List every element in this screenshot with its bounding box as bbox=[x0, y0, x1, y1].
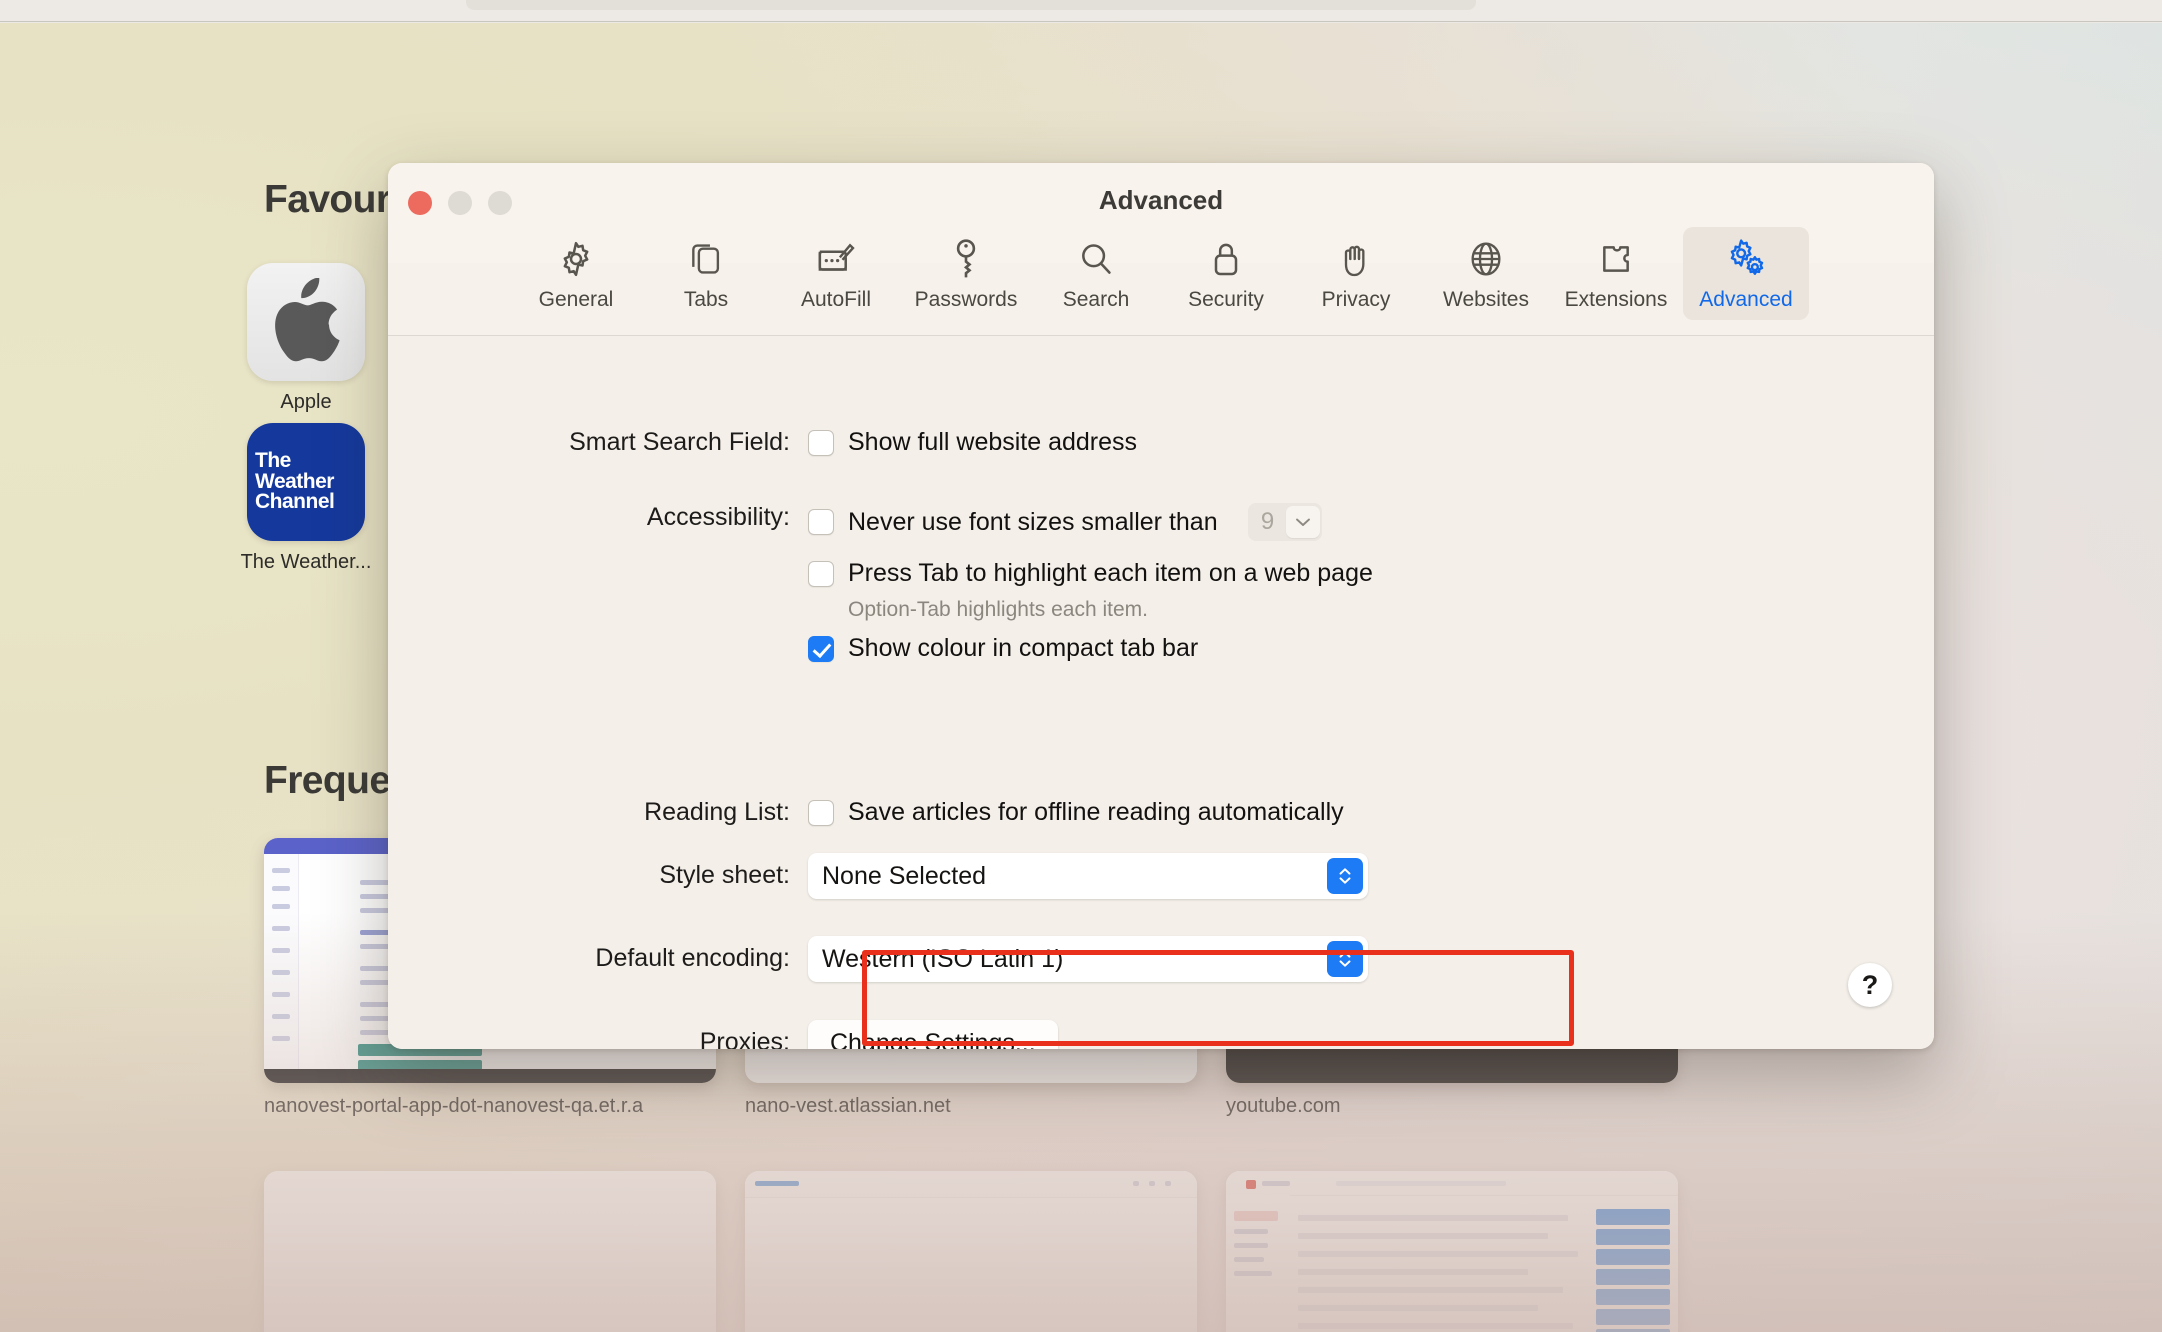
puzzle-icon bbox=[1596, 237, 1636, 281]
row-label: Proxies: bbox=[388, 1020, 808, 1049]
preferences-window: Advanced General T bbox=[388, 163, 1934, 1049]
row-label: Smart Search Field: bbox=[388, 428, 808, 457]
change-settings-button[interactable]: Change Settings... bbox=[808, 1020, 1058, 1049]
tab-label: Search bbox=[1063, 288, 1130, 312]
wordmark-line-1: The bbox=[255, 451, 365, 472]
autofill-icon bbox=[815, 237, 857, 281]
updown-chevrons-icon[interactable] bbox=[1327, 941, 1363, 977]
favourite-item-weather-channel[interactable]: The Weather Channel The Weather... bbox=[240, 423, 372, 575]
row-default-encoding: Default encoding: Western (ISO Latin 1) bbox=[388, 936, 1368, 982]
style-sheet-value: None Selected bbox=[822, 862, 986, 891]
press-tab-checkbox-row[interactable]: Press Tab to highlight each item on a we… bbox=[808, 559, 1373, 588]
tab-label: AutoFill bbox=[801, 288, 871, 312]
show-colour-checkbox-row[interactable]: Show colour in compact tab bar bbox=[808, 634, 1373, 663]
press-tab-checkbox[interactable] bbox=[808, 561, 834, 587]
tab-privacy[interactable]: Privacy bbox=[1293, 227, 1419, 320]
screen: Favourites Apple The Weather Channel The… bbox=[0, 0, 2162, 1332]
tab-label: Security bbox=[1188, 288, 1264, 312]
default-encoding-popup-button[interactable]: Western (ISO Latin 1) bbox=[808, 936, 1368, 982]
frequent-site-card[interactable] bbox=[745, 1171, 1197, 1332]
wordmark-line-2: Weather bbox=[255, 472, 365, 493]
address-bar[interactable] bbox=[466, 0, 1476, 10]
browser-toolbar-strip bbox=[0, 0, 2162, 22]
the-weather-channel-logo-icon: The Weather Channel bbox=[247, 423, 365, 541]
row-smart-search-field: Smart Search Field: Show full website ad… bbox=[388, 428, 1137, 457]
tab-advanced[interactable]: Advanced bbox=[1683, 227, 1809, 320]
tab-label: Tabs bbox=[684, 288, 728, 312]
row-style-sheet: Style sheet: None Selected bbox=[388, 853, 1368, 899]
tabs-icon bbox=[687, 237, 725, 281]
magnifier-icon bbox=[1077, 237, 1115, 281]
row-proxies: Proxies: Change Settings... bbox=[388, 1020, 1058, 1049]
press-tab-hint: Option-Tab highlights each item. bbox=[848, 598, 1373, 622]
checkbox-label: Show full website address bbox=[848, 428, 1137, 457]
site-thumbnail bbox=[745, 1171, 1197, 1332]
row-label: Reading List: bbox=[388, 798, 808, 827]
row-label: Default encoding: bbox=[388, 936, 808, 973]
tab-label: Advanced bbox=[1699, 288, 1792, 312]
updown-chevrons-icon[interactable] bbox=[1327, 858, 1363, 894]
row-label: Style sheet: bbox=[388, 853, 808, 890]
show-full-address-checkbox-row[interactable]: Show full website address bbox=[808, 428, 1137, 457]
frequent-site-card[interactable] bbox=[264, 1171, 716, 1332]
wordmark-line-3: Channel bbox=[255, 492, 365, 513]
favourite-label: Apple bbox=[240, 391, 372, 415]
frequent-site-label: youtube.com bbox=[1226, 1095, 1678, 1118]
tab-tabs[interactable]: Tabs bbox=[643, 227, 769, 320]
double-gear-icon bbox=[1725, 237, 1767, 281]
globe-icon bbox=[1466, 237, 1506, 281]
never-use-font-sizes-checkbox[interactable] bbox=[808, 509, 834, 535]
hand-icon bbox=[1339, 237, 1373, 281]
min-font-size-stepper[interactable]: 9 bbox=[1248, 503, 1322, 541]
show-full-address-checkbox[interactable] bbox=[808, 430, 834, 456]
window-title: Advanced bbox=[388, 185, 1934, 216]
row-accessibility: Accessibility: Never use font sizes smal… bbox=[388, 503, 1373, 663]
tab-general[interactable]: General bbox=[513, 227, 639, 320]
chevron-down-icon[interactable] bbox=[1286, 506, 1320, 538]
apple-logo-icon bbox=[247, 263, 365, 381]
row-label: Accessibility: bbox=[388, 503, 808, 532]
tab-label: Extensions bbox=[1565, 288, 1668, 312]
help-button[interactable]: ? bbox=[1848, 963, 1892, 1007]
favourite-label: The Weather... bbox=[240, 551, 372, 575]
frequent-site-label: nano-vest.atlassian.net bbox=[745, 1095, 1197, 1118]
min-font-size-row[interactable]: Never use font sizes smaller than 9 bbox=[808, 503, 1373, 541]
tab-label: Passwords bbox=[915, 288, 1018, 312]
style-sheet-popup-button[interactable]: None Selected bbox=[808, 853, 1368, 899]
row-reading-list: Reading List: Save articles for offline … bbox=[388, 798, 1344, 827]
preferences-toolbar: General Tabs bbox=[388, 225, 1934, 337]
preferences-content: Smart Search Field: Show full website ad… bbox=[388, 336, 1934, 1049]
frequent-site-card[interactable] bbox=[1226, 1171, 1678, 1332]
checkbox-label: Show colour in compact tab bar bbox=[848, 634, 1198, 663]
tab-label: Privacy bbox=[1322, 288, 1391, 312]
key-icon bbox=[952, 237, 980, 281]
default-encoding-value: Western (ISO Latin 1) bbox=[822, 945, 1063, 974]
tab-autofill[interactable]: AutoFill bbox=[773, 227, 899, 320]
tab-passwords[interactable]: Passwords bbox=[903, 227, 1029, 320]
tab-extensions[interactable]: Extensions bbox=[1553, 227, 1679, 320]
favourite-item-apple[interactable]: Apple bbox=[240, 263, 372, 415]
tab-security[interactable]: Security bbox=[1163, 227, 1289, 320]
tab-label: General bbox=[539, 288, 614, 312]
save-articles-offline-checkbox[interactable] bbox=[808, 800, 834, 826]
checkbox-label: Never use font sizes smaller than bbox=[848, 508, 1218, 537]
show-colour-compact-tab-bar-checkbox[interactable] bbox=[808, 636, 834, 662]
min-font-size-value: 9 bbox=[1250, 508, 1286, 536]
tab-search[interactable]: Search bbox=[1033, 227, 1159, 320]
save-articles-checkbox-row[interactable]: Save articles for offline reading automa… bbox=[808, 798, 1344, 827]
tab-websites[interactable]: Websites bbox=[1423, 227, 1549, 320]
lock-icon bbox=[1211, 237, 1241, 281]
tab-label: Websites bbox=[1443, 288, 1529, 312]
site-thumbnail bbox=[1226, 1171, 1678, 1332]
checkbox-label: Save articles for offline reading automa… bbox=[848, 798, 1344, 827]
site-thumbnail bbox=[264, 1171, 716, 1332]
gear-icon bbox=[556, 237, 596, 281]
frequent-site-label: nanovest-portal-app-dot-nanovest-qa.et.r… bbox=[264, 1095, 716, 1118]
checkbox-label: Press Tab to highlight each item on a we… bbox=[848, 559, 1373, 588]
